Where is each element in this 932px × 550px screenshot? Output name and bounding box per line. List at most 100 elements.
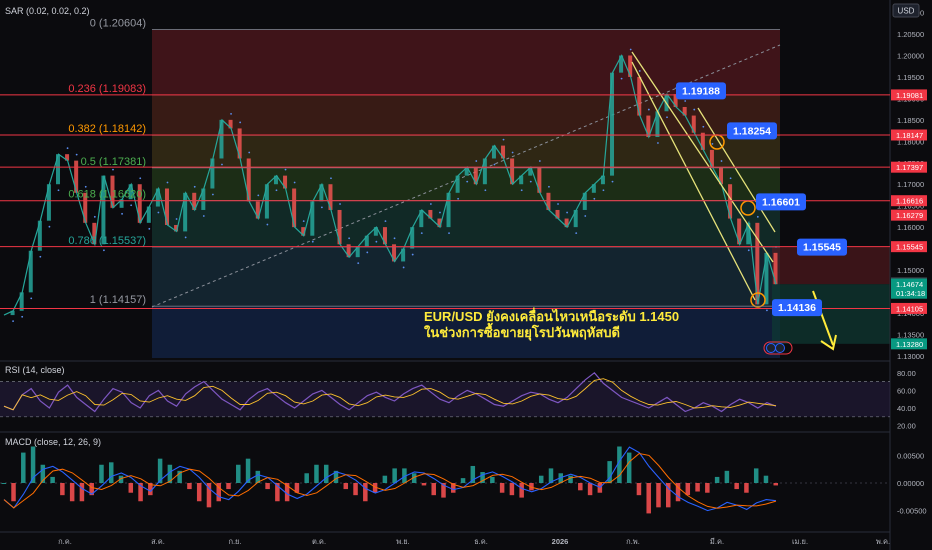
time-tick-label: ธ.ค.: [474, 537, 488, 546]
sar-dot: [657, 142, 659, 144]
macd-histogram-bar: [636, 483, 642, 496]
sar-dot: [75, 153, 78, 156]
rsi-tick-label: 20.00: [897, 422, 916, 431]
sar-dot: [729, 177, 732, 180]
callout-label: 1.19188: [682, 85, 720, 97]
rsi-tick-label: 80.00: [897, 369, 916, 378]
macd-histogram-bar: [734, 483, 739, 490]
fib-level-label: 0.786 (1.15537): [68, 235, 146, 247]
sar-dot: [366, 251, 369, 254]
sar-dot: [629, 48, 632, 51]
sar-dot: [647, 108, 650, 111]
currency-label: USD: [898, 7, 915, 16]
sar-dot: [30, 297, 33, 300]
macd-histogram-bar: [744, 483, 749, 493]
macd-histogram-bar: [265, 483, 270, 490]
sar-dot: [466, 180, 469, 183]
macd-histogram-bar: [695, 483, 700, 492]
level-tag-label: 1.18147: [896, 131, 923, 140]
price-tick-label: 1.20500: [897, 30, 924, 39]
macd-histogram-bar: [753, 468, 759, 483]
sar-dot: [148, 227, 151, 230]
sar-dot: [548, 185, 550, 188]
alert-icon[interactable]: [766, 343, 776, 353]
sar-dot: [375, 240, 378, 243]
macd-histogram-bar: [343, 483, 349, 490]
sar-dot: [384, 220, 387, 223]
sar-dot: [511, 151, 514, 154]
sar-dot: [439, 211, 441, 214]
price-tick-label: 1.19500: [897, 73, 924, 82]
fib-zone: [152, 135, 780, 168]
sar-dot: [538, 160, 541, 162]
macd-histogram-bar: [304, 473, 309, 483]
price-tick-label: 1.18500: [897, 116, 924, 125]
macd-histogram-bar: [499, 483, 505, 493]
alert-icon[interactable]: [775, 343, 785, 353]
headline-line2: ในช่วงการซื้อขายยุโรปวันพฤหัสบดี: [424, 322, 620, 341]
rsi-tick-label: 60.00: [897, 386, 916, 395]
sar-dot: [420, 232, 423, 235]
sar-dot: [112, 168, 114, 171]
time-tick-label: ต.ค.: [312, 537, 326, 546]
sar-dot: [493, 163, 496, 166]
sar-dot: [175, 218, 178, 220]
macd-histogram-bar: [538, 475, 544, 483]
sar-dot: [211, 193, 214, 196]
sar-dot: [756, 215, 759, 218]
fib-level-label: 0.236 (1.19083): [68, 83, 146, 95]
macd-histogram-bar: [714, 476, 720, 483]
rsi-legend[interactable]: RSI (14, close): [5, 365, 65, 375]
callout-label: 1.14136: [778, 302, 816, 314]
sar-dot: [357, 262, 360, 265]
price-tick-label: 1.20000: [897, 51, 924, 60]
macd-histogram-bar: [323, 464, 329, 483]
sar-dot: [248, 151, 251, 154]
sar-dot: [620, 77, 623, 80]
sar-dot: [230, 112, 232, 115]
sar-dot: [502, 138, 505, 141]
sar-dot: [93, 215, 96, 218]
sar-dot: [566, 211, 569, 214]
sar-dot: [702, 125, 705, 128]
fib-level-label: 0.5 (1.17381): [81, 156, 146, 168]
macd-histogram-bar: [1, 483, 6, 484]
macd-histogram-bar: [60, 483, 65, 496]
sar-dot: [575, 232, 578, 235]
macd-tick-label: 0.00000: [897, 479, 924, 488]
macd-tick-label: -0.00500: [897, 507, 927, 516]
macd-legend[interactable]: MACD (close, 12, 26, 9): [5, 437, 101, 447]
sar-dot: [638, 70, 641, 72]
price-tick-label: 1.13500: [897, 330, 924, 339]
sar-dot: [593, 197, 596, 200]
macd-histogram-bar: [314, 464, 319, 483]
sar-dot: [48, 225, 51, 228]
macd-histogram-bar: [21, 452, 26, 483]
sar-dot: [103, 249, 105, 252]
callout-label: 1.16601: [762, 196, 800, 208]
macd-histogram-bar: [236, 464, 241, 483]
sar-dot: [720, 160, 723, 162]
price-tag-label: 1.13280: [896, 340, 923, 349]
sar-dot: [284, 168, 287, 171]
chart-root: 0 (1.20604) 0.236 (1.19083) 0.382 (1.18142…: [0, 0, 932, 550]
macd-histogram-bar: [460, 478, 466, 483]
sar-dot: [747, 249, 750, 252]
sar-dot: [393, 237, 396, 240]
fib-zone: [152, 246, 780, 307]
sar-dot: [611, 180, 614, 183]
rsi-band: [0, 381, 890, 417]
level-tag-label: 1.17397: [896, 163, 923, 172]
macd-histogram-bar: [11, 483, 16, 502]
sar-dot: [66, 147, 69, 150]
sar-legend[interactable]: SAR (0.02, 0.02, 0.2): [5, 6, 90, 16]
macd-histogram-bar: [656, 483, 661, 508]
sar-dot: [584, 215, 587, 217]
sar-dot: [221, 163, 223, 166]
sar-dot: [302, 220, 305, 223]
price-tick-label: 1.13000: [897, 352, 924, 361]
macd-histogram-bar: [382, 475, 388, 483]
sar-dot: [320, 206, 323, 209]
macd-histogram-bar: [421, 483, 427, 486]
price-tag-label: 01:34:18: [896, 289, 925, 298]
